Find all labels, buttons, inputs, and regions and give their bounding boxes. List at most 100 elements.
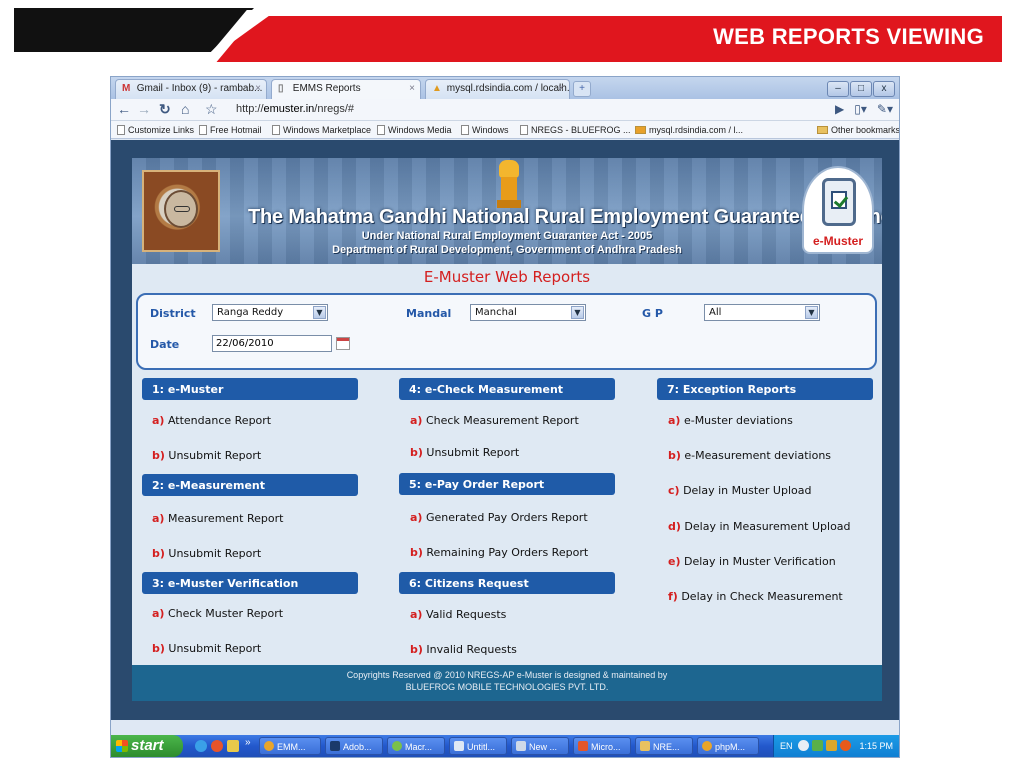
- mandal-label: Mandal: [406, 307, 452, 320]
- link-check-muster-report[interactable]: a) Check Muster Report: [152, 607, 283, 620]
- bookmark-label: mysql.rdsindia.com / l...: [649, 125, 744, 135]
- tab-label: EMMS Reports: [292, 83, 361, 94]
- ie-icon[interactable]: [195, 740, 207, 752]
- bookmark-label: Windows Media: [388, 125, 452, 135]
- maximize-icon[interactable]: □: [850, 81, 872, 97]
- page-icon: [117, 125, 125, 135]
- task-label: Macr...: [405, 742, 433, 752]
- task-untitled[interactable]: Untitl...: [449, 737, 507, 755]
- chrome-icon: [264, 741, 274, 751]
- mandal-select[interactable]: Manchal ▼: [470, 304, 586, 321]
- filter-panel: District Ranga Reddy ▼ Mandal Manchal ▼ G …: [136, 293, 877, 370]
- link-attendance-report[interactable]: a) Attendance Report: [152, 414, 271, 427]
- item-label: Attendance Report: [167, 414, 272, 427]
- bookmark-customize-links[interactable]: Customize Links: [117, 125, 194, 135]
- bookmark-windows-media[interactable]: Windows Media: [377, 125, 452, 135]
- page-icon: ▯: [278, 83, 284, 94]
- link-check-measurement-report[interactable]: a) Check Measurement Report: [410, 414, 579, 427]
- app-icon[interactable]: [227, 740, 239, 752]
- date-input[interactable]: 22/06/2010: [212, 335, 332, 352]
- minimize-icon[interactable]: –: [827, 81, 849, 97]
- bookmark-free-hotmail[interactable]: Free Hotmail: [199, 125, 262, 135]
- page-footer: Copyrights Reserved @ 2010 NREGS-AP e-Mu…: [132, 665, 882, 701]
- link-e-muster-deviations[interactable]: a) e-Muster deviations: [668, 414, 793, 427]
- bookmark-windows-marketplace[interactable]: Windows Marketplace: [272, 125, 371, 135]
- windows-flag-icon: [116, 740, 128, 752]
- mysql-icon[interactable]: [826, 740, 837, 751]
- link-remaining-pay-orders[interactable]: b) Remaining Pay Orders Report: [410, 546, 588, 559]
- close-icon[interactable]: ×: [558, 83, 564, 94]
- start-button[interactable]: start: [111, 735, 183, 757]
- bookmark-label: Free Hotmail: [210, 125, 262, 135]
- link-valid-requests[interactable]: a) Valid Requests: [410, 608, 506, 621]
- banner-subtitle-act: Under National Rural Employment Guarante…: [361, 230, 653, 242]
- link-e-measurement-deviations[interactable]: b) e-Measurement deviations: [668, 449, 831, 462]
- task-nregs-folder[interactable]: NRE...: [635, 737, 693, 755]
- address-bar[interactable]: http://emuster.in/nregs/#: [236, 103, 354, 115]
- star-icon[interactable]: ☆: [205, 101, 218, 118]
- expand-tray-icon[interactable]: [798, 740, 809, 751]
- folder-icon: [817, 126, 828, 134]
- play-icon[interactable]: ▶: [835, 102, 844, 116]
- link-e-muster-unsubmit-report[interactable]: b) Unsubmit Report: [152, 449, 261, 462]
- link-measurement-report[interactable]: a) Measurement Report: [152, 512, 283, 525]
- app-tray-icon[interactable]: [840, 740, 851, 751]
- close-icon[interactable]: ×: [255, 83, 261, 94]
- link-delay-muster-upload[interactable]: c) Delay in Muster Upload: [668, 484, 811, 497]
- overflow-chevron-icon[interactable]: »: [245, 737, 251, 748]
- start-label: start: [131, 737, 164, 754]
- browser-window: M Gmail - Inbox (9) - rambab... × ▯ EMMS…: [110, 76, 900, 758]
- item-letter: a): [152, 512, 165, 525]
- bookmark-nregs-bluefrog[interactable]: NREGS - BLUEFROG ...: [520, 125, 631, 135]
- page-menu-icon[interactable]: ▯▾: [854, 102, 867, 116]
- bookmark-mysql[interactable]: mysql.rdsindia.com / l...: [635, 125, 743, 135]
- calendar-icon[interactable]: [336, 337, 350, 350]
- new-tab-button[interactable]: +: [573, 81, 591, 97]
- slide-title: WEB REPORTS VIEWING: [713, 24, 984, 49]
- district-select[interactable]: Ranga Reddy ▼: [212, 304, 328, 321]
- tab-label: Gmail - Inbox (9) - rambab...: [136, 83, 263, 94]
- gp-select[interactable]: All ▼: [704, 304, 820, 321]
- item-letter: b): [410, 643, 423, 656]
- home-icon[interactable]: ⌂: [181, 101, 189, 117]
- language-indicator[interactable]: EN: [780, 741, 793, 751]
- messenger-icon: [516, 741, 526, 751]
- task-label: EMM...: [277, 742, 306, 752]
- link-delay-measurement-upload[interactable]: d) Delay in Measurement Upload: [668, 520, 851, 533]
- banner-title: The Mahatma Gandhi National Rural Employ…: [248, 206, 882, 228]
- task-macromedia[interactable]: Macr...: [387, 737, 445, 755]
- tab-phpmyadmin[interactable]: ▲ mysql.rdsindia.com / localh... ×: [425, 79, 570, 99]
- scheme-banner: The Mahatma Gandhi National Rural Employ…: [132, 158, 882, 264]
- task-microsoft[interactable]: Micro...: [573, 737, 631, 755]
- link-delay-muster-verification[interactable]: e) Delay in Muster Verification: [668, 555, 836, 568]
- item-letter: a): [152, 414, 165, 427]
- bookmark-other[interactable]: Other bookmarks: [817, 125, 899, 135]
- close-icon[interactable]: ×: [409, 83, 415, 94]
- reload-icon[interactable]: ↻: [159, 101, 171, 118]
- link-delay-check-measurement[interactable]: f) Delay in Check Measurement: [668, 590, 843, 603]
- link-generated-pay-orders[interactable]: a) Generated Pay Orders Report: [410, 511, 588, 524]
- section-e-check-measurement: 4: e-Check Measurement: [399, 378, 615, 400]
- item-letter: a): [410, 511, 423, 524]
- page-title: E-Muster Web Reports: [423, 268, 591, 286]
- bookmark-windows[interactable]: Windows: [461, 125, 509, 135]
- folder-icon: [640, 741, 650, 751]
- wrench-icon[interactable]: ✎▾: [877, 102, 893, 116]
- close-window-icon[interactable]: x: [873, 81, 895, 97]
- app-icon[interactable]: [211, 740, 223, 752]
- tab-gmail[interactable]: M Gmail - Inbox (9) - rambab... ×: [115, 79, 267, 99]
- link-verification-unsubmit-report[interactable]: b) Unsubmit Report: [152, 642, 261, 655]
- link-invalid-requests[interactable]: b) Invalid Requests: [410, 643, 517, 656]
- tab-emms-reports[interactable]: ▯ EMMS Reports ×: [271, 79, 421, 99]
- task-new[interactable]: New ...: [511, 737, 569, 755]
- link-check-unsubmit-report[interactable]: b) Unsubmit Report: [410, 446, 519, 459]
- network-icon[interactable]: [812, 740, 823, 751]
- back-icon[interactable]: ←: [117, 101, 131, 117]
- task-phpmyadmin[interactable]: phpM...: [697, 737, 759, 755]
- section-e-measurement: 2: e-Measurement: [142, 474, 358, 496]
- item-letter: a): [668, 414, 681, 427]
- link-measurement-unsubmit-report[interactable]: b) Unsubmit Report: [152, 547, 261, 560]
- task-adobe[interactable]: Adob...: [325, 737, 383, 755]
- task-chrome[interactable]: EMM...: [259, 737, 321, 755]
- forward-icon[interactable]: →: [137, 101, 151, 117]
